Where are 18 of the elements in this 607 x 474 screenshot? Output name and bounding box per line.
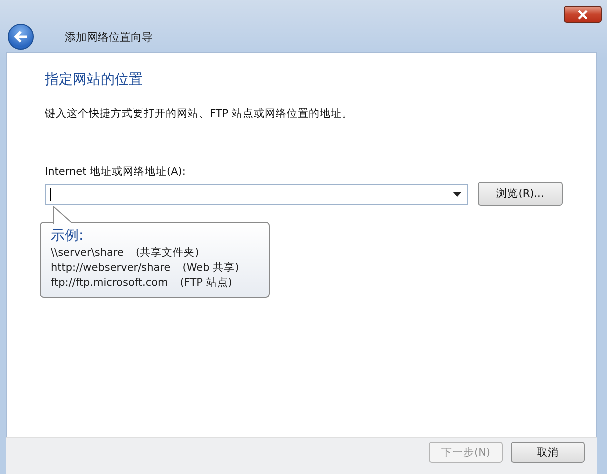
window-title: 添加网络位置向导 (65, 30, 153, 44)
example-note: (Web 共享) (182, 262, 240, 274)
close-button[interactable] (564, 6, 602, 23)
back-arrow-icon (13, 30, 29, 44)
example-path: http://webserver/share (51, 262, 171, 274)
cancel-button[interactable]: 取消 (511, 442, 585, 463)
tooltip-title: 示例: (51, 227, 85, 245)
close-icon (577, 10, 589, 20)
page-heading: 指定网站的位置 (45, 71, 144, 89)
browse-button[interactable]: 浏览(R)... (478, 182, 563, 206)
example-path: ftp://ftp.microsoft.com (51, 277, 168, 289)
example-note: (FTP 站点) (180, 277, 232, 289)
address-label: Internet 地址或网络地址(A): (45, 165, 187, 179)
dropdown-caret-icon (453, 192, 462, 196)
description-text: 键入这个快捷方式要打开的网站、FTP 站点或网络位置的地址。 (45, 107, 354, 121)
example-note: (共享文件夹) (136, 247, 200, 259)
example-path: \\server\share (51, 247, 124, 259)
back-button[interactable] (8, 24, 34, 50)
